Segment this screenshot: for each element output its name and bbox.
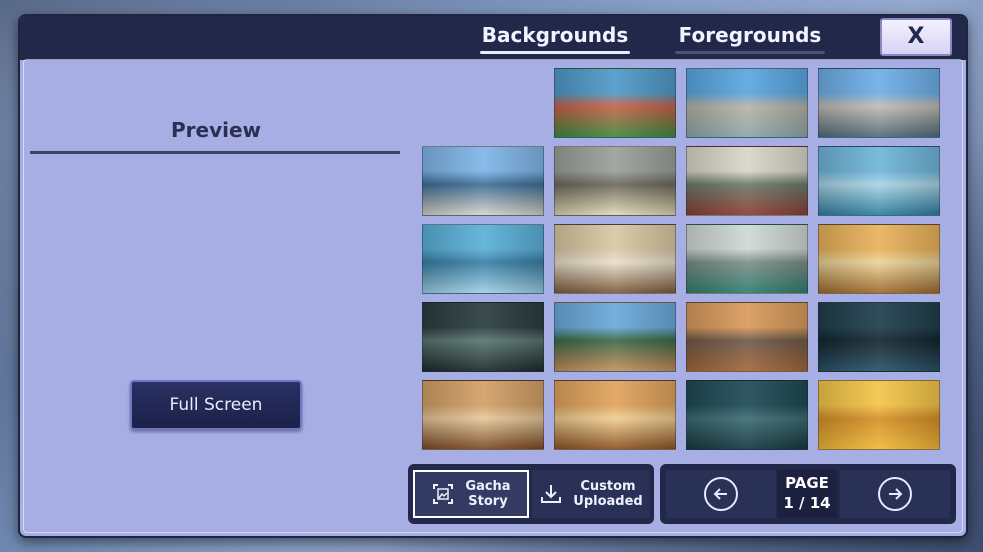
background-thumbnail-hallway-blue[interactable] <box>818 146 940 216</box>
thumbnail-shading <box>555 225 675 293</box>
thumbnail-shading <box>819 381 939 449</box>
tab-backgrounds-underline <box>480 51 630 54</box>
background-thumbnail-hallway-long-warm[interactable] <box>554 224 676 294</box>
thumbnail-shading <box>423 381 543 449</box>
background-thumbnail-lockers[interactable] <box>818 380 940 450</box>
background-thumbnail-hallway-red-floor[interactable] <box>686 146 808 216</box>
background-thumbnail-courtyard-sunset[interactable] <box>686 302 808 372</box>
preview-divider <box>30 151 400 154</box>
top-bar: Backgrounds Foregrounds X <box>20 16 966 60</box>
next-page-button[interactable] <box>840 470 950 518</box>
background-picker-window: Backgrounds Foregrounds X Preview Full S… <box>18 14 968 538</box>
thumbnail-shading <box>687 381 807 449</box>
tab-foregrounds-label: Foregrounds <box>678 23 822 47</box>
background-thumbnail-tree-lined-brick-path[interactable] <box>554 68 676 138</box>
background-thumbnail-gym-evening[interactable] <box>554 380 676 450</box>
thumbnail-shading <box>423 303 543 371</box>
thumbnail-shading <box>687 225 807 293</box>
background-thumbnail-hallway-night[interactable] <box>422 302 544 372</box>
pagination-bar: PAGE 1 / 14 <box>660 464 956 524</box>
full-screen-button[interactable]: Full Screen <box>130 380 302 430</box>
thumbnail-shading <box>423 147 543 215</box>
page-label: PAGE <box>785 474 829 492</box>
custom-uploaded-label: Custom Uploaded <box>573 479 643 509</box>
tab-backgrounds[interactable]: Backgrounds <box>480 20 630 54</box>
thumbnail-shading <box>423 225 543 293</box>
custom-uploaded-button[interactable]: Custom Uploaded <box>532 470 650 518</box>
background-thumbnail-grid <box>422 68 942 456</box>
background-thumbnail-courtyard-night[interactable] <box>818 302 940 372</box>
gacha-story-label: Gacha Story <box>465 479 511 509</box>
source-selector: Gacha Story Custom Uploaded <box>408 464 654 524</box>
background-thumbnail-gym-night[interactable] <box>686 380 808 450</box>
thumbnail-shading <box>819 303 939 371</box>
image-frame-icon <box>433 484 454 504</box>
tab-foregrounds-underline <box>675 51 825 54</box>
thumbnail-shading <box>555 381 675 449</box>
thumbnail-shading <box>819 225 939 293</box>
thumbnail-shading <box>555 69 675 137</box>
background-thumbnail-classroom[interactable] <box>554 146 676 216</box>
page-indicator: PAGE 1 / 14 <box>777 470 837 518</box>
preview-title: Preview <box>170 118 262 142</box>
thumbnail-shading <box>555 303 675 371</box>
thumbnail-shading <box>819 69 939 137</box>
close-button[interactable]: X <box>880 18 952 56</box>
arrow-left-icon <box>704 477 738 511</box>
thumbnail-shading <box>555 147 675 215</box>
background-thumbnail-courtyard-day[interactable] <box>554 302 676 372</box>
thumbnail-shading <box>687 303 807 371</box>
background-thumbnail-stairwell[interactable] <box>422 224 544 294</box>
thumbnail-shading <box>687 69 807 137</box>
background-thumbnail-hallway-evening[interactable] <box>818 224 940 294</box>
background-thumbnail-school-entrance[interactable] <box>422 146 544 216</box>
background-thumbnail-rooftop-fence-clouds[interactable] <box>818 68 940 138</box>
tab-foregrounds[interactable]: Foregrounds <box>675 20 825 54</box>
background-thumbnail-gym-day[interactable] <box>422 380 544 450</box>
gacha-story-button[interactable]: Gacha Story <box>413 470 529 518</box>
thumbnail-shading <box>687 147 807 215</box>
previous-page-button[interactable] <box>666 470 776 518</box>
thumbnail-shading <box>819 147 939 215</box>
tab-backgrounds-label: Backgrounds <box>481 23 629 47</box>
arrow-right-icon <box>878 477 912 511</box>
page-number: 1 / 14 <box>783 494 831 512</box>
download-icon <box>541 485 562 503</box>
background-thumbnail-hallway-green-floor[interactable] <box>686 224 808 294</box>
background-thumbnail-rooftop-fence-sea[interactable] <box>686 68 808 138</box>
